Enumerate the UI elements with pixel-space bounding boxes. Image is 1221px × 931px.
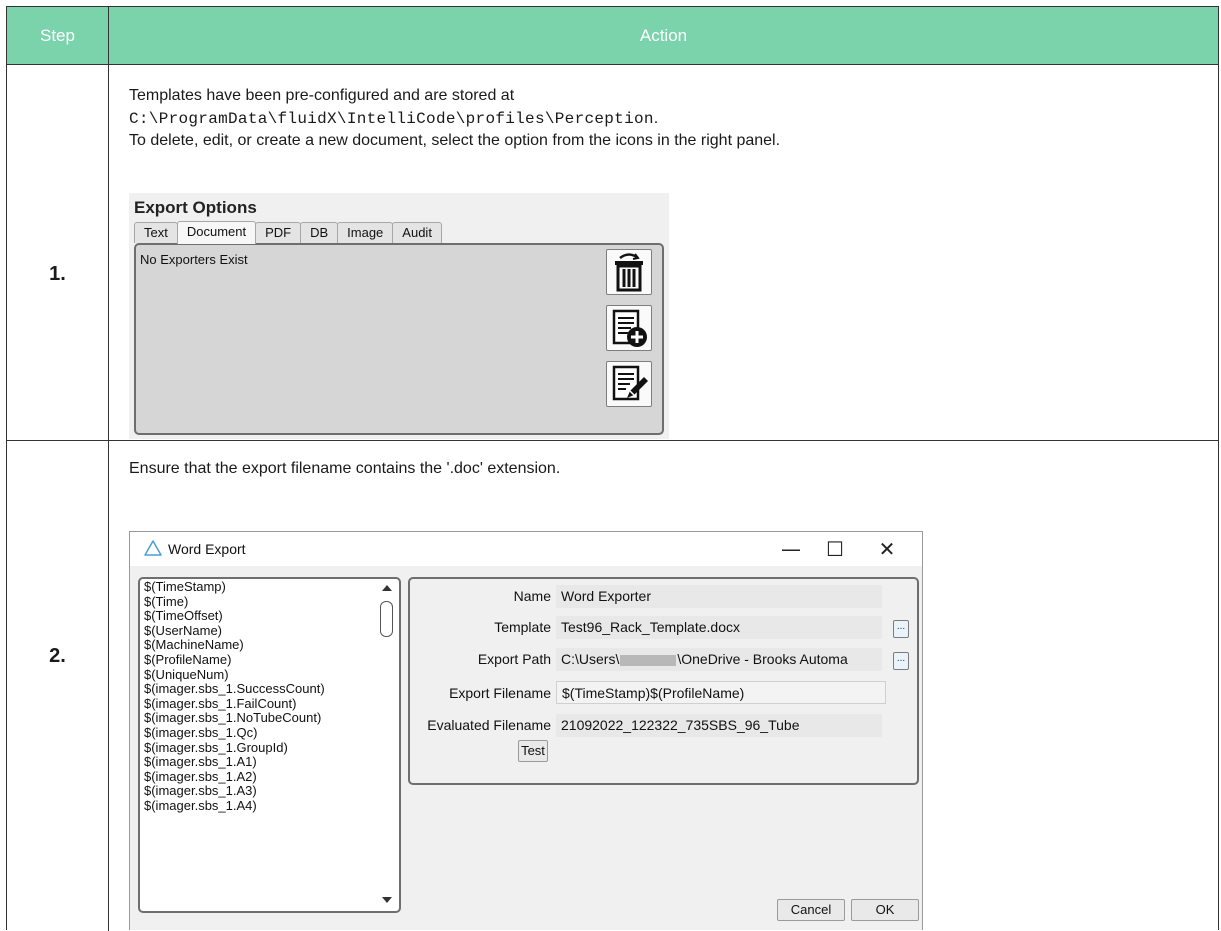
list-item[interactable]: $(imager.sbs_1.A4) (144, 798, 325, 814)
list-item[interactable]: $(imager.sbs_1.NoTubeCount) (144, 711, 325, 726)
tab-image[interactable]: Image (337, 222, 394, 243)
list-item[interactable]: $(TimeStamp) (144, 579, 325, 595)
add-document-icon (612, 309, 647, 347)
scroll-up-arrow-icon[interactable] (382, 585, 392, 591)
export-path-label: Export Path (477, 651, 551, 667)
minimize-button[interactable]: — (772, 535, 810, 563)
export-options-panel: Export Options Text Document PDF DB Imag… (129, 193, 669, 439)
list-item[interactable]: $(Time) (144, 594, 325, 610)
step-cell: 1. (7, 65, 109, 440)
maximize-button[interactable]: ☐ (816, 535, 854, 563)
tab-document[interactable]: Document (176, 221, 257, 244)
dialog-title: Word Export (168, 541, 246, 557)
dialog-titlebar: Word Export — ☐ ✕ (130, 532, 922, 566)
list-item[interactable]: $(imager.sbs_1.FailCount) (144, 696, 325, 712)
delete-exporter-button[interactable] (606, 249, 652, 295)
tab-audit[interactable]: Audit (392, 222, 442, 243)
word-export-dialog: Word Export — ☐ ✕ $(TimeStamp) $(Time) $… (129, 531, 923, 930)
list-item[interactable]: $(TimeOffset) (144, 609, 325, 624)
header-action: Action (639, 25, 688, 45)
path-period: . (653, 110, 659, 127)
instruction-text: To delete, edit, or create a new documen… (129, 132, 781, 149)
evaluated-filename-label: Evaluated Filename (427, 717, 551, 733)
list-item[interactable]: $(imager.sbs_1.A2) (144, 769, 325, 785)
step-cell: 2. (7, 441, 109, 931)
template-field[interactable]: Test96_Rack_Template.docx (556, 616, 882, 639)
template-browse-button[interactable]: ... (893, 620, 909, 638)
list-item[interactable]: $(UniqueNum) (144, 667, 325, 683)
app-triangle-icon (144, 540, 162, 556)
list-item[interactable]: $(imager.sbs_1.Qc) (144, 725, 325, 741)
export-filename-input[interactable]: $(TimeStamp)$(ProfileName) (556, 681, 886, 704)
instruction-text: Templates have been pre-configured and a… (129, 87, 515, 104)
export-path-field[interactable]: C:\Users\ \OneDrive - Brooks Automa (556, 648, 882, 671)
tab-db[interactable]: DB (300, 222, 339, 243)
template-label: Template (494, 619, 551, 635)
tab-text[interactable]: Text (134, 222, 178, 243)
list-item[interactable]: $(UserName) (144, 623, 325, 639)
list-item[interactable]: $(ProfileName) (144, 652, 325, 668)
list-item[interactable]: $(MachineName) (144, 638, 325, 653)
profiles-path: C:\ProgramData\fluidX\IntelliCode\profil… (129, 110, 654, 128)
step-number: 1. (49, 263, 66, 285)
ok-button[interactable]: OK (851, 899, 919, 921)
add-exporter-button[interactable] (606, 305, 652, 351)
export-options-title: Export Options (134, 198, 257, 217)
scroll-down-arrow-icon[interactable] (382, 897, 392, 903)
evaluated-filename-field: 21092022_122322_735SBS_96_Tube (556, 714, 882, 737)
instruction-text: Ensure that the export filename contains… (129, 460, 561, 477)
export-path-browse-button[interactable]: ... (893, 652, 909, 670)
exporter-form: Name Word Exporter Template Test96_Rack_… (408, 577, 919, 785)
cancel-button[interactable]: Cancel (777, 899, 845, 921)
test-button[interactable]: Test (518, 740, 548, 762)
table-header: Step Action (7, 7, 1218, 65)
empty-message: No Exporters Exist (140, 252, 248, 267)
edit-exporter-button[interactable] (606, 361, 652, 407)
variables-list[interactable]: $(TimeStamp) $(Time) $(TimeOffset) $(Use… (138, 577, 401, 913)
name-label: Name (513, 588, 551, 604)
trash-icon (615, 253, 643, 292)
procedure-table: Step Action 1. Templates have been pre-c… (6, 6, 1219, 931)
table-row: 1. Templates have been pre-configured an… (7, 65, 1218, 441)
list-item[interactable]: $(imager.sbs_1.GroupId) (144, 740, 325, 756)
list-item[interactable]: $(imager.sbs_1.A1) (144, 755, 325, 770)
export-path-prefix: C:\Users\ (561, 651, 620, 667)
edit-document-icon (612, 365, 648, 401)
step-number: 2. (49, 645, 66, 667)
list-item[interactable]: $(imager.sbs_1.A3) (144, 784, 325, 799)
table-row: 2. Ensure that the export filename conta… (7, 441, 1218, 931)
list-item[interactable]: $(imager.sbs_1.SuccessCount) (144, 682, 325, 697)
export-filename-label: Export Filename (449, 685, 551, 701)
export-tabs: Text Document PDF DB Image Audit (134, 221, 442, 244)
variables-items: $(TimeStamp) $(Time) $(TimeOffset) $(Use… (144, 579, 325, 814)
name-field[interactable]: Word Exporter (556, 585, 882, 608)
header-step: Step (7, 7, 109, 64)
close-button[interactable]: ✕ (868, 535, 906, 563)
instruction-path-line: C:\ProgramData\fluidX\IntelliCode\profil… (129, 108, 658, 130)
exporters-panel: No Exporters Exist (134, 243, 664, 435)
scrollbar-thumb[interactable] (380, 601, 393, 637)
tab-pdf[interactable]: PDF (255, 222, 302, 243)
redacted-username (620, 654, 677, 666)
export-path-suffix: \OneDrive - Brooks Automa (677, 651, 848, 667)
